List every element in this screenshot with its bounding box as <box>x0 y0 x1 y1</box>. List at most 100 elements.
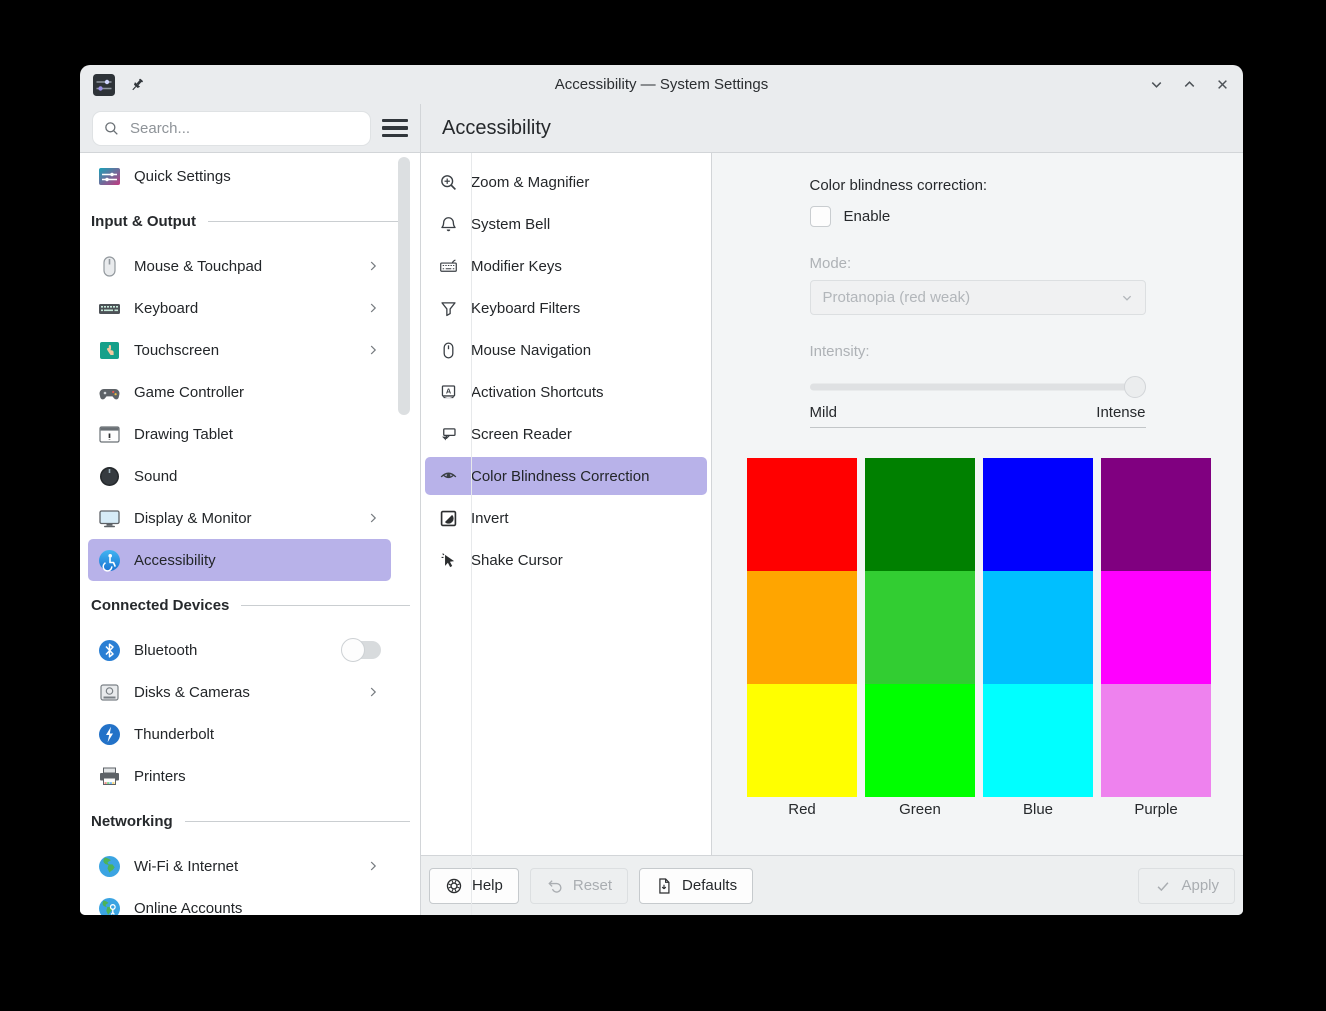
sidebar-item-label: Touchscreen <box>134 342 219 359</box>
enable-checkbox[interactable] <box>810 206 831 227</box>
color-swatch <box>983 684 1093 797</box>
chevron-right-icon <box>365 858 381 874</box>
subcategory-item[interactable]: Keyboard Filters <box>425 289 707 327</box>
color-column-label: Blue <box>983 801 1093 818</box>
reset-icon <box>546 877 564 895</box>
mouse-nav-icon <box>439 341 458 360</box>
apply-button[interactable]: Apply <box>1138 868 1235 904</box>
intensity-slider[interactable] <box>810 376 1146 398</box>
intensity-slider-handle[interactable] <box>1124 376 1146 398</box>
invert-icon <box>439 509 458 528</box>
zoom-magnifier-icon <box>439 173 458 192</box>
close-button[interactable] <box>1214 76 1231 93</box>
subcategory-item-label: Zoom & Magnifier <box>471 174 589 191</box>
sidebar-item-label: Online Accounts <box>134 900 242 916</box>
sidebar-item[interactable]: Touchscreen <box>88 329 391 371</box>
chevron-right-icon <box>365 342 381 358</box>
subcategory-item-label: Activation Shortcuts <box>471 384 604 401</box>
help-button[interactable]: Help <box>429 868 519 904</box>
bluetooth-icon <box>98 639 121 662</box>
slider-track[interactable] <box>810 384 1146 391</box>
subcategory-item[interactable]: Mouse Navigation <box>425 331 707 369</box>
sidebar-item[interactable]: Printers <box>88 755 391 797</box>
sidebar-item[interactable]: Quick Settings <box>88 155 391 197</box>
sound-icon <box>98 465 121 488</box>
sidebar-item[interactable]: Accessibility <box>88 539 391 581</box>
sidebar-scrollbar[interactable] <box>398 157 410 415</box>
subcategory-item[interactable]: Zoom & Magnifier <box>425 163 707 201</box>
subcategory-item-label: Screen Reader <box>471 426 572 443</box>
chevron-down-icon <box>1119 290 1135 306</box>
subcategory-item[interactable]: Color Blindness Correction <box>425 457 707 495</box>
sidebar-section-header: Networking <box>80 797 420 845</box>
mode-dropdown[interactable]: Protanopia (red weak) <box>810 280 1146 315</box>
sidebar-item-label: Game Controller <box>134 384 244 401</box>
chevron-right-icon <box>365 510 381 526</box>
sidebar-item[interactable]: Bluetooth <box>88 629 391 671</box>
sidebar-item[interactable]: Display & Monitor <box>88 497 391 539</box>
accessibility-icon <box>98 549 121 572</box>
disks-icon <box>98 681 121 704</box>
header-row: Accessibility <box>80 104 1243 153</box>
color-column-label: Green <box>865 801 975 818</box>
subcategory-item-label: Color Blindness Correction <box>471 468 649 485</box>
modifier-keys-icon <box>439 257 458 276</box>
subcategory-item[interactable]: Screen Reader <box>425 415 707 453</box>
subcategory-item[interactable]: System Bell <box>425 205 707 243</box>
search-input[interactable] <box>128 119 360 138</box>
activation-shortcuts-icon: A <box>439 383 458 402</box>
svg-text:A: A <box>446 386 452 395</box>
sidebar-section-label: Input & Output <box>91 213 196 230</box>
color-column-label: Red <box>747 801 857 818</box>
hamburger-menu-button[interactable] <box>382 118 408 138</box>
intensity-min-label: Mild <box>810 404 838 421</box>
bluetooth-toggle[interactable] <box>342 641 381 659</box>
color-swatch <box>1101 571 1211 684</box>
sidebar-item[interactable]: Game Controller <box>88 371 391 413</box>
shake-cursor-icon <box>439 551 458 570</box>
sidebar-item[interactable]: Mouse & Touchpad <box>88 245 391 287</box>
quick-settings-icon <box>98 165 121 188</box>
sidebar-item[interactable]: Disks & Cameras <box>88 671 391 713</box>
enable-label[interactable]: Enable <box>844 208 891 225</box>
sidebar-item[interactable]: Sound <box>88 455 391 497</box>
printers-icon <box>98 765 121 788</box>
pin-icon[interactable] <box>128 76 146 94</box>
subcategory-item[interactable]: Shake Cursor <box>425 541 707 579</box>
sidebar-item[interactable]: Wi-Fi & Internet <box>88 845 391 887</box>
color-swatch <box>747 571 857 684</box>
footer-toolbar: Help Reset Defaults Apply <box>421 855 1243 915</box>
titlebar[interactable]: Accessibility — System Settings <box>80 65 1243 104</box>
subcategory-item-label: Shake Cursor <box>471 552 563 569</box>
minimize-button[interactable] <box>1148 76 1165 93</box>
sidebar-item-label: Wi-Fi & Internet <box>134 858 238 875</box>
subcategory-item-label: System Bell <box>471 216 550 233</box>
maximize-button[interactable] <box>1181 76 1198 93</box>
sidebar: Quick Settings Input & Output Mouse & To… <box>80 153 421 915</box>
sidebar-item[interactable]: Online Accounts <box>88 887 391 915</box>
color-column-red: Red <box>747 458 857 818</box>
thunderbolt-icon <box>98 723 121 746</box>
system-settings-window: Accessibility — System Settings Accessib… <box>80 65 1243 915</box>
subcategory-item[interactable]: A Activation Shortcuts <box>425 373 707 411</box>
color-column-label: Purple <box>1101 801 1211 818</box>
screen-reader-icon <box>439 425 458 444</box>
sidebar-item-label: Accessibility <box>134 552 216 569</box>
color-swatch <box>747 458 857 571</box>
color-swatch <box>983 571 1093 684</box>
window-controls <box>1148 76 1231 93</box>
subcategory-item[interactable]: Modifier Keys <box>425 247 707 285</box>
reset-button[interactable]: Reset <box>530 868 628 904</box>
toggle-knob <box>341 638 365 662</box>
correction-label: Color blindness correction: <box>810 177 1146 194</box>
sidebar-section-header: Connected Devices <box>80 581 420 629</box>
defaults-button[interactable]: Defaults <box>639 868 753 904</box>
sidebar-item[interactable]: Thunderbolt <box>88 713 391 755</box>
subcategory-item[interactable]: Invert <box>425 499 707 537</box>
sidebar-item[interactable]: Keyboard <box>88 287 391 329</box>
sidebar-item[interactable]: Drawing Tablet <box>88 413 391 455</box>
search-icon <box>103 120 120 137</box>
subcategory-item-label: Mouse Navigation <box>471 342 591 359</box>
mouse-icon <box>98 255 121 278</box>
search-field[interactable] <box>92 111 371 146</box>
